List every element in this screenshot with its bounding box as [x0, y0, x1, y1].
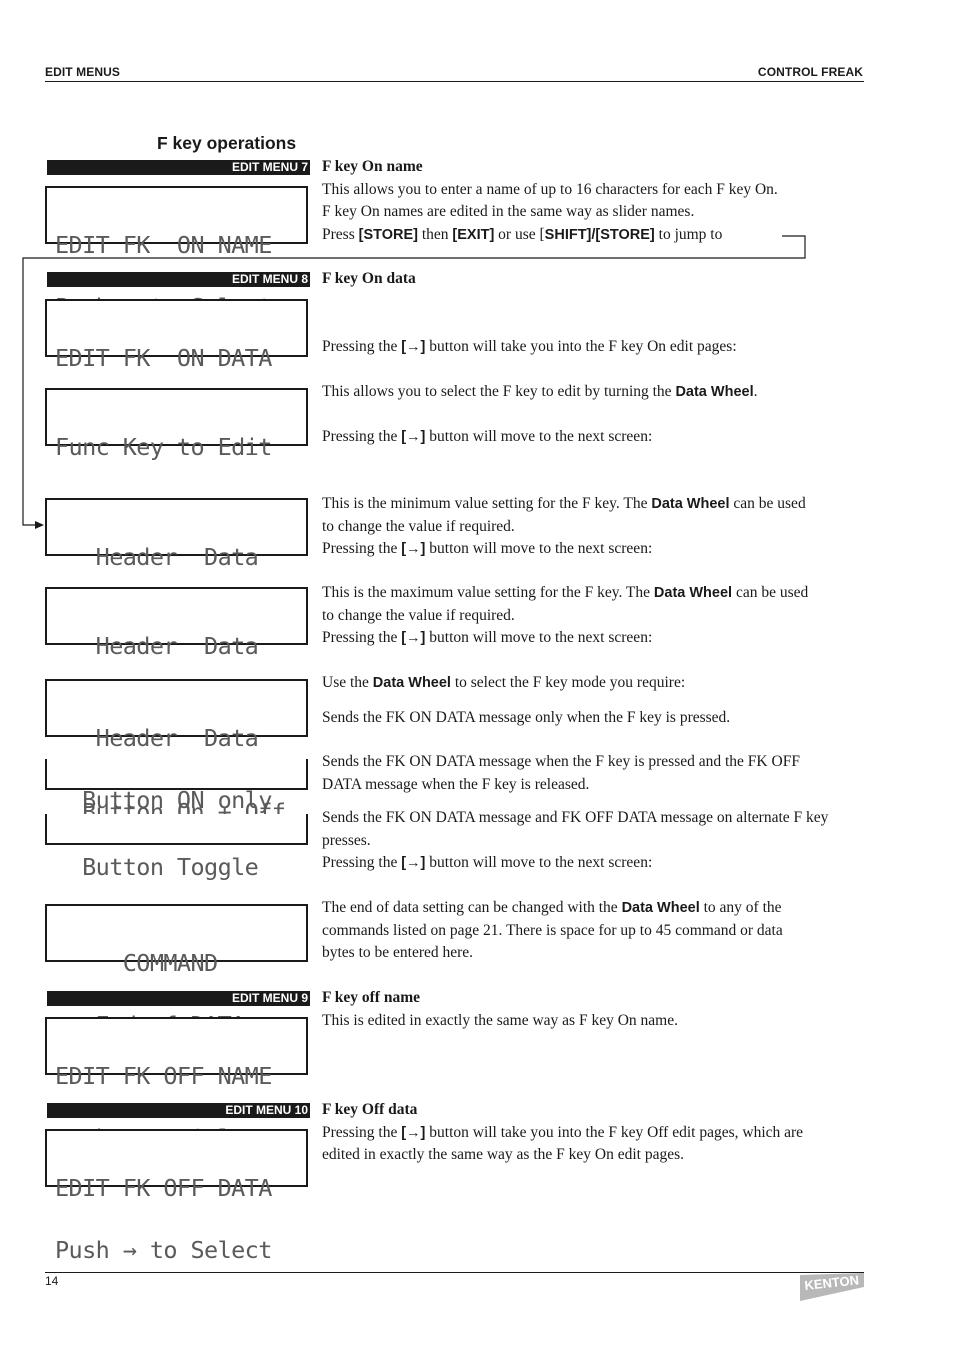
shift-store-key-label: SHIFT]/[STORE] — [544, 226, 655, 243]
paragraph: Sends the FK ON DATA message when the F … — [322, 753, 800, 770]
paragraph: Pressing the [→] button will move to the… — [322, 540, 653, 557]
lcd-edit-fk-off-name: EDIT FK OFF NAME Push → to Select — [45, 1017, 308, 1149]
edit-menu-7-text: F key On name This allows you to enter a… — [322, 156, 867, 246]
lcd-button-toggle: Button Toggle — [45, 814, 308, 878]
paragraph: Pressing the [→] button will take you in… — [322, 1123, 804, 1141]
lcd-line-1: EDIT FK OFF DATA — [55, 1174, 272, 1202]
paragraph: to change the value if required. — [322, 517, 515, 535]
paragraph: F key On names are edited in the same wa… — [322, 203, 695, 220]
lcd-line-1: Header Data — [55, 632, 259, 660]
lcd-line-1: COMMAND — [55, 949, 218, 977]
max-level-text: This is the maximum value setting for th… — [322, 582, 867, 650]
mode-on-off-text: Sends the FK ON DATA message when the F … — [322, 751, 867, 796]
lcd-line-1: Header Data — [55, 724, 259, 752]
paragraph: This is edited in exactly the same way a… — [322, 1011, 678, 1029]
lcd-command-end-of-data: COMMAND End of DATA — [45, 904, 308, 1036]
command-text: The end of data setting can be changed w… — [322, 897, 867, 965]
lcd-line-1: Header Data — [55, 543, 259, 571]
func-key-text: This allows you to select the F key to e… — [322, 381, 867, 448]
paragraph: This allows you to enter a name of up to… — [322, 180, 778, 198]
edit-menu-9-text: F key off name This is edited in exactly… — [322, 987, 867, 1032]
paragraph: Sends the FK ON DATA message only when t… — [322, 708, 731, 726]
edit-menu-10-bar: EDIT MENU 10 — [47, 1103, 310, 1118]
lcd-line-1: EDIT FK ON NAME — [55, 231, 272, 259]
edit-menu-9-bar: EDIT MENU 9 — [47, 991, 310, 1006]
paragraph: bytes to be entered here. — [322, 944, 474, 961]
store-key-label: [STORE] — [358, 226, 418, 243]
lcd-line-2: Push → to Select — [55, 1235, 272, 1264]
edit-menu-8-bar: EDIT MENU 8 — [47, 272, 310, 287]
kenton-logo: KENTON — [800, 1273, 864, 1301]
paragraph: commands listed on page 21. There is spa… — [322, 921, 783, 939]
arrow-key-label: [→] — [401, 855, 426, 871]
paragraph: Pressing the [→] button will take you in… — [322, 338, 737, 355]
paragraph: Pressing the [→] button will move to the… — [322, 854, 653, 871]
arrow-key-label: [→] — [401, 630, 426, 646]
arrow-key-label: [→] — [401, 339, 426, 355]
edit-menu-10-text: F key Off data Pressing the [→] button w… — [322, 1099, 867, 1167]
paragraph: edited in exactly the same way as the F … — [322, 1146, 684, 1163]
lcd-line-1: Func Key to Edit — [55, 433, 272, 461]
edit-menu-8-heading-block: F key On data — [322, 268, 867, 291]
arrow-key-label: [→] — [401, 541, 426, 557]
arrow-key-label: [→] — [401, 1124, 426, 1141]
lcd-button-on-off: Button On + Off — [45, 759, 308, 823]
footer-rule — [45, 1272, 864, 1273]
lcd-maximum-level: Header Data Maximum Levl 127 — [45, 587, 308, 719]
paragraph: to change the value if required. — [322, 606, 515, 624]
page-number: 14 — [45, 1274, 59, 1288]
paragraph: This allows you to select the F key to e… — [322, 383, 758, 400]
data-wheel-label: Data Wheel — [372, 675, 451, 691]
paragraph: presses. — [322, 831, 371, 849]
edit-menu-7-heading: F key On name — [322, 158, 423, 175]
lcd-func-key-to-edit: Func Key to Edit Functn Key # 1 — [45, 388, 308, 520]
lcd-line-1: Button Toggle — [55, 853, 259, 881]
data-wheel-label: Data Wheel — [621, 900, 700, 916]
lcd-line-1: EDIT FK OFF NAME — [55, 1062, 272, 1090]
lcd-button-on-only: Header Data Button ON only — [45, 679, 308, 811]
min-level-text: This is the minimum value setting for th… — [322, 493, 867, 561]
lcd-edit-fk-on-name: EDIT FK ON NAME Push → to Select — [45, 186, 308, 318]
paragraph: This is the minimum value setting for th… — [322, 495, 806, 512]
paragraph: Pressing the [→] button will move to the… — [322, 629, 653, 646]
paragraph: Press [STORE] then [EXIT] or use [SHIFT]… — [322, 225, 723, 243]
exit-key-label: [EXIT] — [452, 226, 495, 243]
paragraph: DATA message when the F key is released. — [322, 775, 590, 793]
edit-menu-8-heading: F key On data — [322, 270, 416, 287]
paragraph: This is the maximum value setting for th… — [322, 584, 809, 601]
mode-text: Use the Data Wheel to select the F key m… — [322, 672, 867, 729]
arrow-key-label: [→] — [401, 428, 426, 445]
lcd-line-1: EDIT FK ON DATA — [55, 344, 272, 372]
data-wheel-label: Data Wheel — [651, 496, 730, 512]
edit-menu-7-bar: EDIT MENU 7 — [47, 160, 310, 175]
lcd-edit-fk-on-data: EDIT FK ON DATA Push → to Select — [45, 299, 308, 431]
mode-toggle-text: Sends the FK ON DATA message and FK OFF … — [322, 807, 867, 875]
data-wheel-label: Data Wheel — [675, 384, 754, 400]
edit-menu-9-heading: F key off name — [322, 989, 421, 1006]
paragraph: Pressing the [→] button will move to the… — [322, 427, 653, 445]
paragraph: The end of data setting can be changed w… — [322, 899, 782, 916]
data-wheel-label: Data Wheel — [653, 585, 733, 601]
edit-menu-10-heading: F key Off data — [322, 1101, 418, 1118]
edit-menu-8-text: Pressing the [→] button will take you in… — [322, 336, 867, 359]
lcd-minimum-level: Header Data Minimum Levl 0 — [45, 498, 308, 630]
lcd-edit-fk-off-data: EDIT FK OFF DATA Push → to Select — [45, 1129, 308, 1261]
paragraph: Sends the FK ON DATA message and FK OFF … — [322, 809, 829, 826]
paragraph: Use the Data Wheel to select the F key m… — [322, 674, 686, 691]
